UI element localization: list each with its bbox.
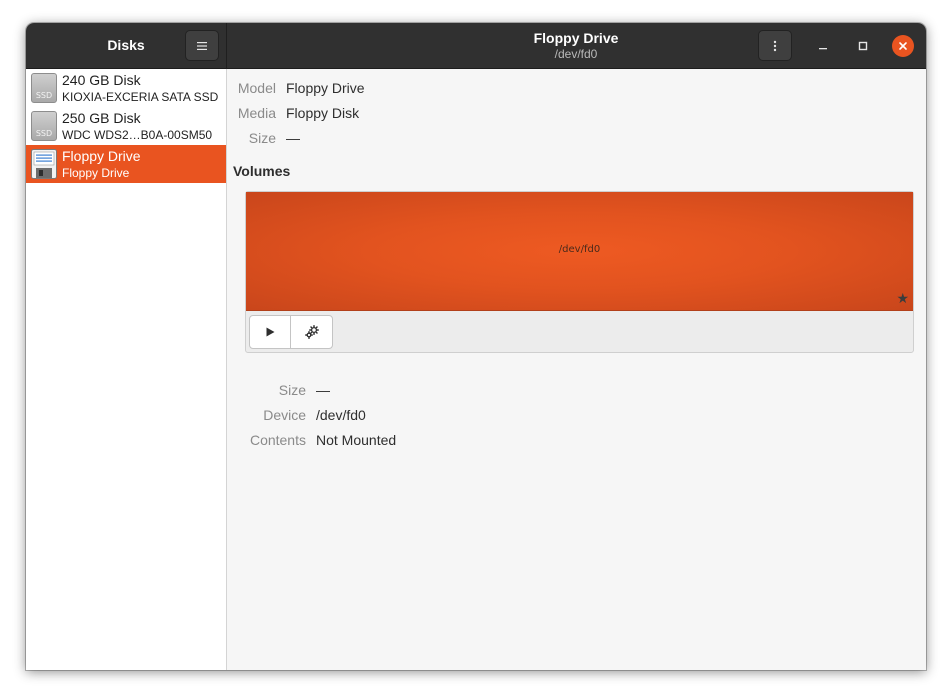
header-bar: Disks Floppy Drive /dev/fd0 — [26, 23, 926, 69]
media-label: Media — [237, 105, 276, 121]
drive-details: Model Floppy Drive Media Floppy Disk Siz… — [227, 69, 926, 670]
window-title: Floppy Drive — [533, 30, 619, 46]
drive-list-item-selected[interactable]: Floppy Drive Floppy Drive — [26, 145, 226, 183]
minimize-icon — [819, 48, 827, 50]
close-icon — [899, 42, 907, 50]
kebab-menu-icon — [773, 40, 777, 51]
app-menu-button[interactable] — [185, 30, 219, 61]
drive-model: KIOXIA-EXCERIA SATA SSD — [62, 90, 219, 104]
drive-list: SSD 240 GB Disk KIOXIA-EXCERIA SATA SSD … — [26, 69, 227, 670]
close-button[interactable] — [892, 35, 914, 57]
maximize-button[interactable] — [852, 35, 874, 57]
size-label: Size — [248, 130, 276, 146]
drive-name: Floppy Drive — [62, 148, 141, 164]
drive-name: 240 GB Disk — [62, 72, 141, 88]
model-value: Floppy Drive — [286, 80, 365, 96]
partition-block[interactable]: /dev/fd0 ★ — [246, 192, 913, 311]
star-icon: ★ — [896, 290, 909, 306]
drive-model: WDC WDS2…B0A-00SM50 — [62, 128, 213, 142]
size-value: — — [286, 130, 300, 146]
drive-options-button[interactable] — [758, 30, 792, 61]
gears-icon — [304, 325, 319, 339]
contents-value: Not Mounted — [316, 432, 397, 448]
partition-label: /dev/fd0 — [558, 244, 601, 255]
drive-list-item[interactable]: SSD 250 GB Disk WDC WDS2…B0A-00SM50 — [26, 107, 226, 145]
drive-list-item[interactable]: SSD 240 GB Disk KIOXIA-EXCERIA SATA SSD — [26, 69, 226, 107]
volume-size-label: Size — [278, 382, 306, 398]
volumes-heading: Volumes — [233, 163, 291, 179]
volume-toolbar — [249, 315, 333, 349]
disks-window: Disks Floppy Drive /dev/fd0 SSD 240 GB D… — [26, 23, 926, 670]
ssd-drive-icon: SSD — [31, 111, 57, 141]
window-title-block: Floppy Drive /dev/fd0 — [426, 30, 726, 61]
media-value: Floppy Disk — [286, 105, 360, 121]
minimize-button[interactable] — [812, 35, 834, 57]
mount-button[interactable] — [250, 316, 292, 348]
drive-name: 250 GB Disk — [62, 110, 141, 126]
hamburger-menu-icon — [197, 41, 207, 50]
device-value: /dev/fd0 — [316, 407, 366, 423]
volume-size-value: — — [316, 382, 330, 398]
contents-label: Contents — [249, 432, 306, 448]
drive-model: Floppy Drive — [62, 166, 130, 180]
play-icon — [266, 327, 275, 337]
sidebar-header: Disks — [26, 23, 227, 69]
window-subtitle: /dev/fd0 — [554, 47, 598, 61]
maximize-icon — [858, 41, 868, 51]
model-label: Model — [237, 80, 276, 96]
device-label: Device — [263, 407, 306, 423]
partition-options-button[interactable] — [291, 316, 332, 348]
ssd-drive-icon: SSD — [31, 73, 57, 103]
floppy-drive-icon — [31, 149, 57, 179]
volumes-panel: /dev/fd0 ★ — [245, 191, 914, 353]
